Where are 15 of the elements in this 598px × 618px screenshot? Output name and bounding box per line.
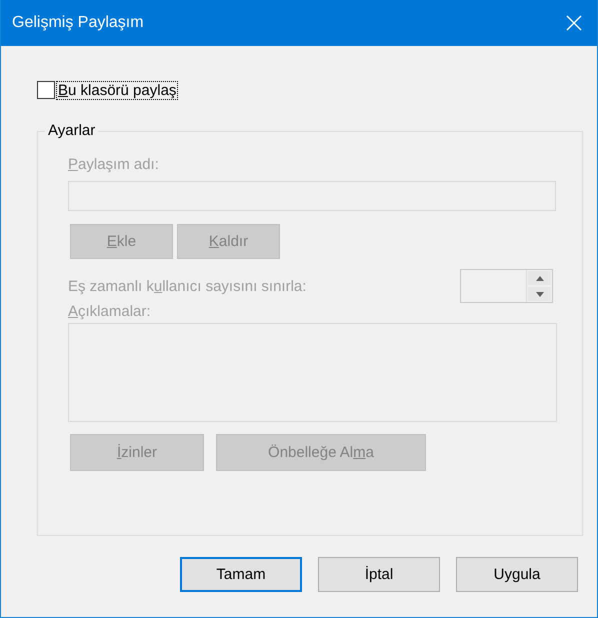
field-label: Açıklamalar:: [68, 303, 152, 320]
down-arrow-icon: [536, 292, 544, 296]
field-label: Paylaşım adı:: [68, 156, 160, 173]
spin-up-button[interactable]: [528, 271, 551, 285]
checkbox[interactable]: [37, 81, 55, 99]
spin-down-button[interactable]: [528, 287, 551, 301]
dialog-button[interactable]: Uygula: [456, 557, 578, 592]
dialog-button[interactable]: İptal: [318, 557, 440, 592]
up-arrow-icon: [536, 276, 544, 280]
checkbox-label[interactable]: Bu klasörü paylaş: [56, 80, 178, 100]
dialog-button[interactable]: Tamam: [180, 557, 302, 592]
window-title: Gelişmiş Paylaşım: [12, 14, 144, 32]
field-label: Eş zamanlı kullanıcı sayısını sınırla:: [68, 278, 306, 295]
group-legend: Ayarlar: [45, 122, 98, 139]
close-icon: [566, 15, 582, 31]
